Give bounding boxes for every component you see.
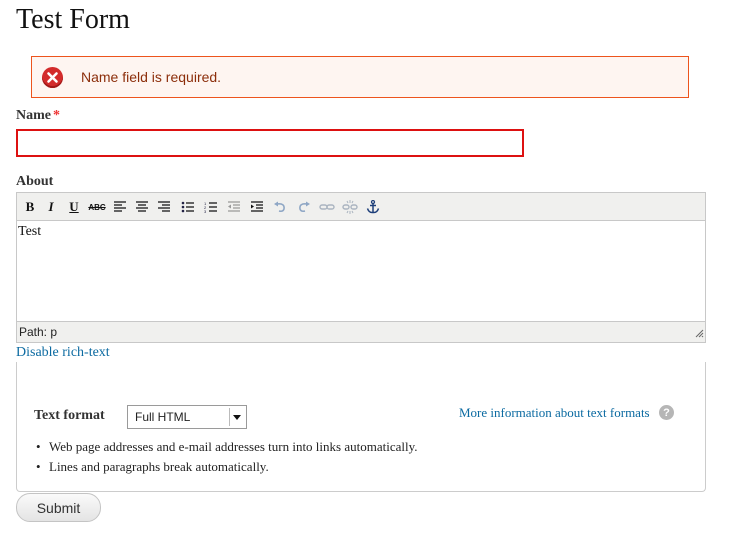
underline-button[interactable]: U [65,198,83,216]
required-marker: * [53,108,60,123]
redo-icon [299,201,310,213]
align-left-icon [114,201,126,212]
list-item: Web page addresses and e-mail addresses … [34,439,418,455]
help-icon[interactable]: ? [659,405,674,420]
indent-button[interactable] [248,198,266,216]
unlink-button[interactable] [341,198,359,216]
anchor-button[interactable] [364,198,382,216]
text-format-select[interactable]: Full HTML [127,405,247,429]
link-button[interactable] [318,198,336,216]
indent-icon [251,201,263,212]
undo-button[interactable] [271,198,289,216]
error-x-icon [42,67,63,88]
italic-button[interactable]: I [42,198,60,216]
numbered-list-button[interactable]: 123 [202,198,220,216]
name-input[interactable] [16,129,524,157]
page-title: Test Form [16,4,130,35]
text-format-selected: Full HTML [135,410,191,424]
text-format-wrapper: Text format Full HTML More information a… [16,362,706,492]
svg-text:3: 3 [204,209,207,213]
about-label: About [16,174,54,189]
list-item: Lines and paragraphs break automatically… [34,459,418,475]
element-path: Path: p [19,325,58,339]
error-message-text: Name field is required. [81,69,222,85]
align-center-icon [136,201,148,212]
redo-button[interactable] [295,198,313,216]
text-format-label: Text format [34,408,105,423]
editor-statusbar: Path: p [17,321,705,342]
outdent-button[interactable] [225,198,243,216]
submit-button[interactable]: Submit [16,493,101,522]
undo-icon [274,201,285,213]
rich-text-editor: B I U ABC 123 Test Path: p [16,192,706,343]
name-label: Name * [16,108,60,124]
editor-toolbar: B I U ABC 123 [17,193,705,221]
name-label-text: Name [16,108,51,123]
align-right-button[interactable] [155,198,173,216]
text-format-info-link[interactable]: More information about text formats [459,405,650,421]
text-format-tips: Web page addresses and e-mail addresses … [34,439,418,479]
bold-button[interactable]: B [21,198,39,216]
link-icon [319,204,335,210]
select-arrow-icon [229,408,244,426]
align-left-button[interactable] [111,198,129,216]
outdent-icon [228,201,240,212]
align-center-button[interactable] [133,198,151,216]
error-message-box: Name field is required. [31,56,689,98]
numbered-list-icon: 123 [204,201,217,213]
bullet-list-button[interactable] [179,198,197,216]
editor-content-area[interactable]: Test [17,222,705,322]
anchor-icon [366,200,380,214]
bullet-list-icon [181,201,194,213]
resize-handle-icon[interactable] [694,327,704,341]
disable-rich-text-link[interactable]: Disable rich-text [16,345,110,361]
align-right-icon [158,201,170,212]
unlink-icon [342,200,358,214]
strikethrough-button[interactable]: ABC [87,198,107,216]
